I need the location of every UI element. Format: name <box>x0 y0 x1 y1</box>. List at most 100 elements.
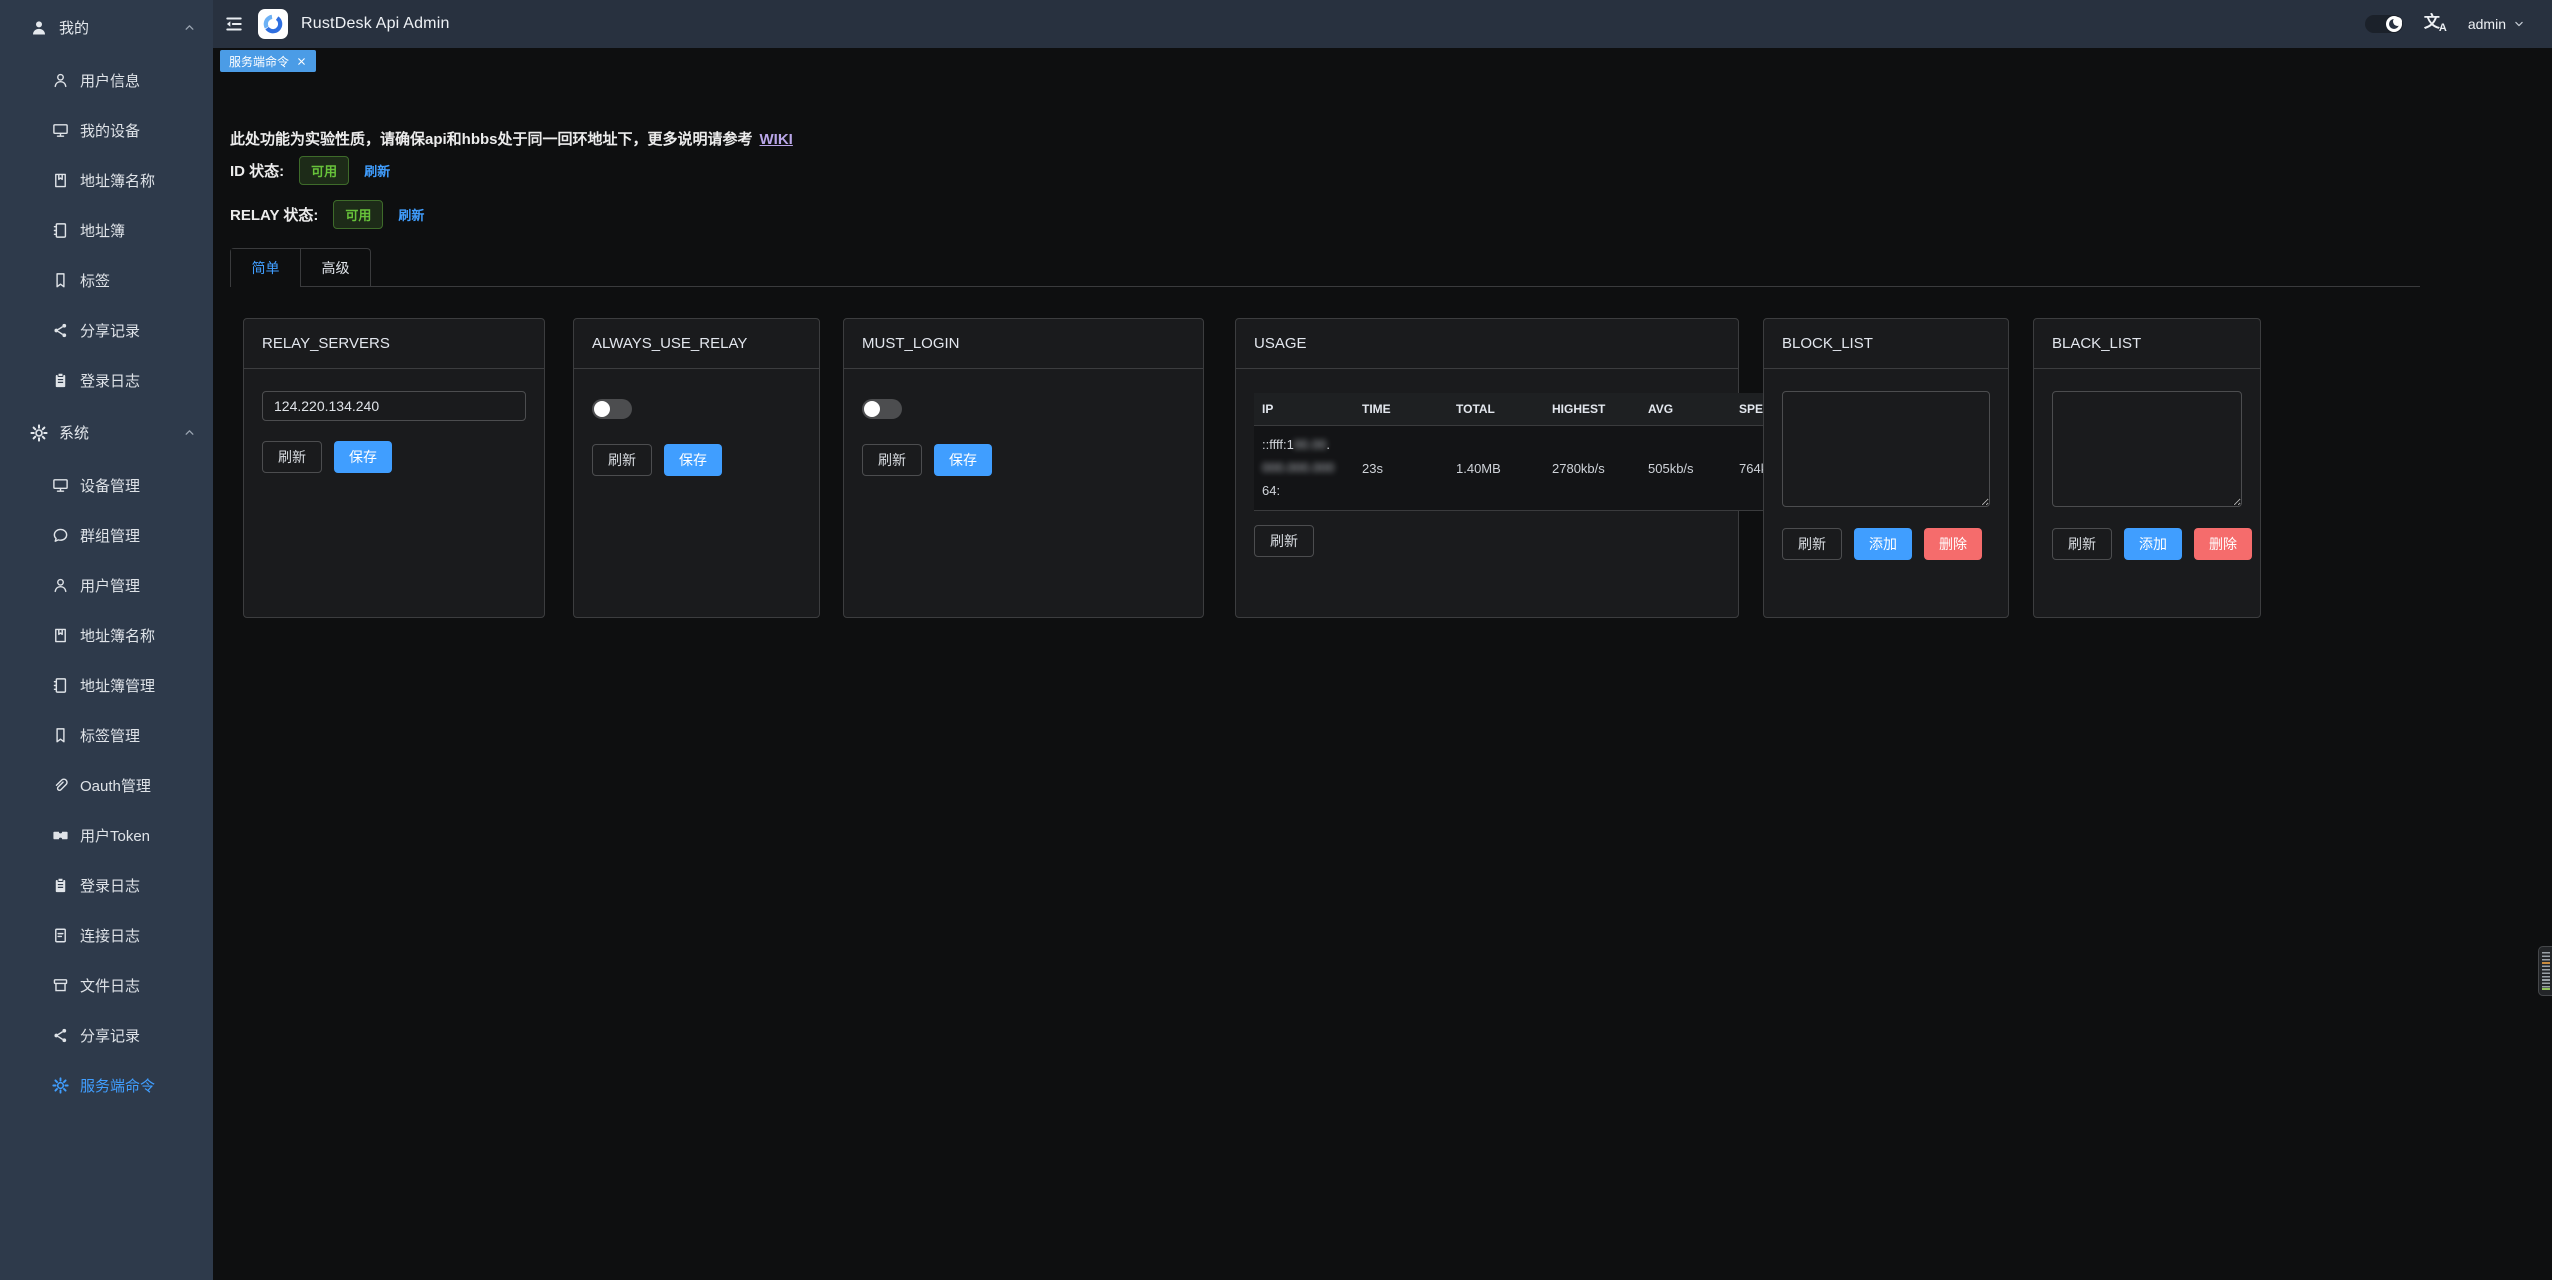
sidebar-item-tag-mgmt[interactable]: 标签管理 <box>0 710 213 760</box>
toggle-knob <box>864 401 880 417</box>
moon-icon <box>2386 16 2402 32</box>
add-button[interactable]: 添加 <box>2124 528 2182 560</box>
delete-button[interactable]: 删除 <box>1924 528 1982 560</box>
user-menu[interactable]: admin <box>2468 16 2526 32</box>
sidebar-item-label: 连接日志 <box>80 925 140 946</box>
sidebar-item-label: 地址簿 <box>80 220 125 241</box>
relay-refresh-link[interactable]: 刷新 <box>398 205 424 224</box>
card-title: USAGE <box>1236 319 1738 369</box>
sidebar-item-label: 地址簿管理 <box>80 675 155 696</box>
sidebar-item-my-devices[interactable]: 我的设备 <box>0 105 213 155</box>
refresh-button[interactable]: 刷新 <box>862 444 922 476</box>
refresh-button[interactable]: 刷新 <box>1254 525 1314 557</box>
chevron-up-icon <box>182 425 197 440</box>
sidebar-item-label: 地址簿名称 <box>80 170 155 191</box>
save-button[interactable]: 保存 <box>334 441 392 473</box>
refresh-button[interactable]: 刷新 <box>592 444 652 476</box>
sidebar-item-server-commands[interactable]: 服务端命令 <box>0 1060 213 1110</box>
sidebar-item-login-logs-sys[interactable]: 登录日志 <box>0 860 213 910</box>
col-ip: IP <box>1254 393 1354 426</box>
sidebar-item-label: 文件日志 <box>80 975 140 996</box>
black-list-textarea[interactable] <box>2052 391 2242 507</box>
toggle-knob <box>594 401 610 417</box>
refresh-button[interactable]: 刷新 <box>2052 528 2112 560</box>
relay-servers-input[interactable] <box>262 391 526 421</box>
route-tab-server-commands[interactable]: 服务端命令 <box>220 50 316 72</box>
card-title: MUST_LOGIN <box>844 319 1203 369</box>
minimap-stripes <box>2542 952 2550 990</box>
sidebar-item-label: 群组管理 <box>80 525 140 546</box>
card-usage: USAGE IP TIME TOTAL HIGHEST AVG SPEED ::… <box>1235 318 1739 618</box>
sidebar-group-mine[interactable]: 我的 <box>0 0 213 55</box>
mode-tabs: 简单 高级 <box>230 248 371 287</box>
sidebar-group-system[interactable]: 系统 <box>0 405 213 460</box>
close-icon[interactable] <box>296 56 307 67</box>
sidebar-item-label: 用户信息 <box>80 70 140 91</box>
redacted-ip-segment: 00.00 <box>1294 437 1327 452</box>
sidebar-item-addressbook-names[interactable]: 地址簿名称 <box>0 155 213 205</box>
sidebar-item-login-logs[interactable]: 登录日志 <box>0 355 213 405</box>
archive-icon <box>52 977 69 994</box>
card-title: BLACK_LIST <box>2034 319 2260 369</box>
sidebar-item-oauth-mgmt[interactable]: Oauth管理 <box>0 760 213 810</box>
sidebar-item-user-info[interactable]: 用户信息 <box>0 55 213 105</box>
col-highest: HIGHEST <box>1544 393 1640 426</box>
save-button[interactable]: 保存 <box>664 444 722 476</box>
clipboard-icon <box>52 877 69 894</box>
sidebar-item-file-logs[interactable]: 文件日志 <box>0 960 213 1010</box>
sidebar-item-connection-logs[interactable]: 连接日志 <box>0 910 213 960</box>
sidebar-item-user-mgmt[interactable]: 用户管理 <box>0 560 213 610</box>
sidebar-item-label: 地址簿名称 <box>80 625 155 646</box>
sidebar-item-label: 分享记录 <box>80 1025 140 1046</box>
usage-highest-cell: 2780kb/s <box>1544 426 1640 511</box>
chat-icon <box>52 527 69 544</box>
refresh-button[interactable]: 刷新 <box>262 441 322 473</box>
sidebar-item-addressbook-names-mgmt[interactable]: 地址簿名称 <box>0 610 213 660</box>
sidebar-item-addressbook[interactable]: 地址簿 <box>0 205 213 255</box>
id-refresh-link[interactable]: 刷新 <box>364 161 390 180</box>
minimap-widget[interactable] <box>2538 946 2552 996</box>
always-use-relay-toggle[interactable] <box>592 399 632 419</box>
sidebar-item-label: 用户Token <box>80 825 150 846</box>
sidebar-item-label: 设备管理 <box>80 475 140 496</box>
add-button[interactable]: 添加 <box>1854 528 1912 560</box>
menu-fold-icon[interactable] <box>223 13 245 35</box>
sidebar-item-label: 标签 <box>80 270 110 291</box>
sidebar-item-group-mgmt[interactable]: 群组管理 <box>0 510 213 560</box>
block-list-textarea[interactable] <box>1782 391 1990 507</box>
relay-status-badge: 可用 <box>333 200 383 229</box>
sidebar-item-addressbook-mgmt[interactable]: 地址簿管理 <box>0 660 213 710</box>
wiki-link[interactable]: WIKI <box>760 131 793 148</box>
theme-toggle[interactable] <box>2365 15 2403 33</box>
sidebar-item-user-token[interactable]: 用户Token <box>0 810 213 860</box>
minimap-stripe-green <box>2542 988 2550 990</box>
id-status-badge: 可用 <box>299 156 349 185</box>
card-relay-servers: RELAY_SERVERS 刷新 保存 <box>243 318 545 618</box>
gear-icon <box>30 424 48 442</box>
tab-simple[interactable]: 简单 <box>231 249 300 288</box>
delete-button[interactable]: 删除 <box>2194 528 2252 560</box>
sidebar-group-label: 我的 <box>59 17 89 38</box>
user-outline-icon <box>52 72 69 89</box>
usage-ip-cell: ::ffff:100.00. 000.000.000 64: <box>1254 426 1354 511</box>
tabs-divider <box>230 286 2420 287</box>
share-icon <box>52 322 69 339</box>
usage-total-cell: 1.40MB <box>1448 426 1544 511</box>
monitor-icon <box>52 122 69 139</box>
card-block-list: BLOCK_LIST 刷新 添加 删除 <box>1763 318 2009 618</box>
usage-avg-cell: 505kb/s <box>1640 426 1731 511</box>
rustdesk-logo <box>258 9 288 39</box>
sidebar-item-share-records[interactable]: 分享记录 <box>0 305 213 355</box>
card-always-use-relay: ALWAYS_USE_RELAY 刷新 保存 <box>573 318 820 618</box>
sidebar-item-tags[interactable]: 标签 <box>0 255 213 305</box>
translate-icon[interactable]: 文A <box>2424 15 2447 34</box>
refresh-button[interactable]: 刷新 <box>1782 528 1842 560</box>
chevron-up-icon <box>182 20 197 35</box>
sidebar-item-device-mgmt[interactable]: 设备管理 <box>0 460 213 510</box>
must-login-toggle[interactable] <box>862 399 902 419</box>
bookmark-icon <box>52 727 69 744</box>
sidebar-item-share-records-sys[interactable]: 分享记录 <box>0 1010 213 1060</box>
save-button[interactable]: 保存 <box>934 444 992 476</box>
sidebar-item-label: 标签管理 <box>80 725 140 746</box>
tab-advanced[interactable]: 高级 <box>300 249 370 287</box>
